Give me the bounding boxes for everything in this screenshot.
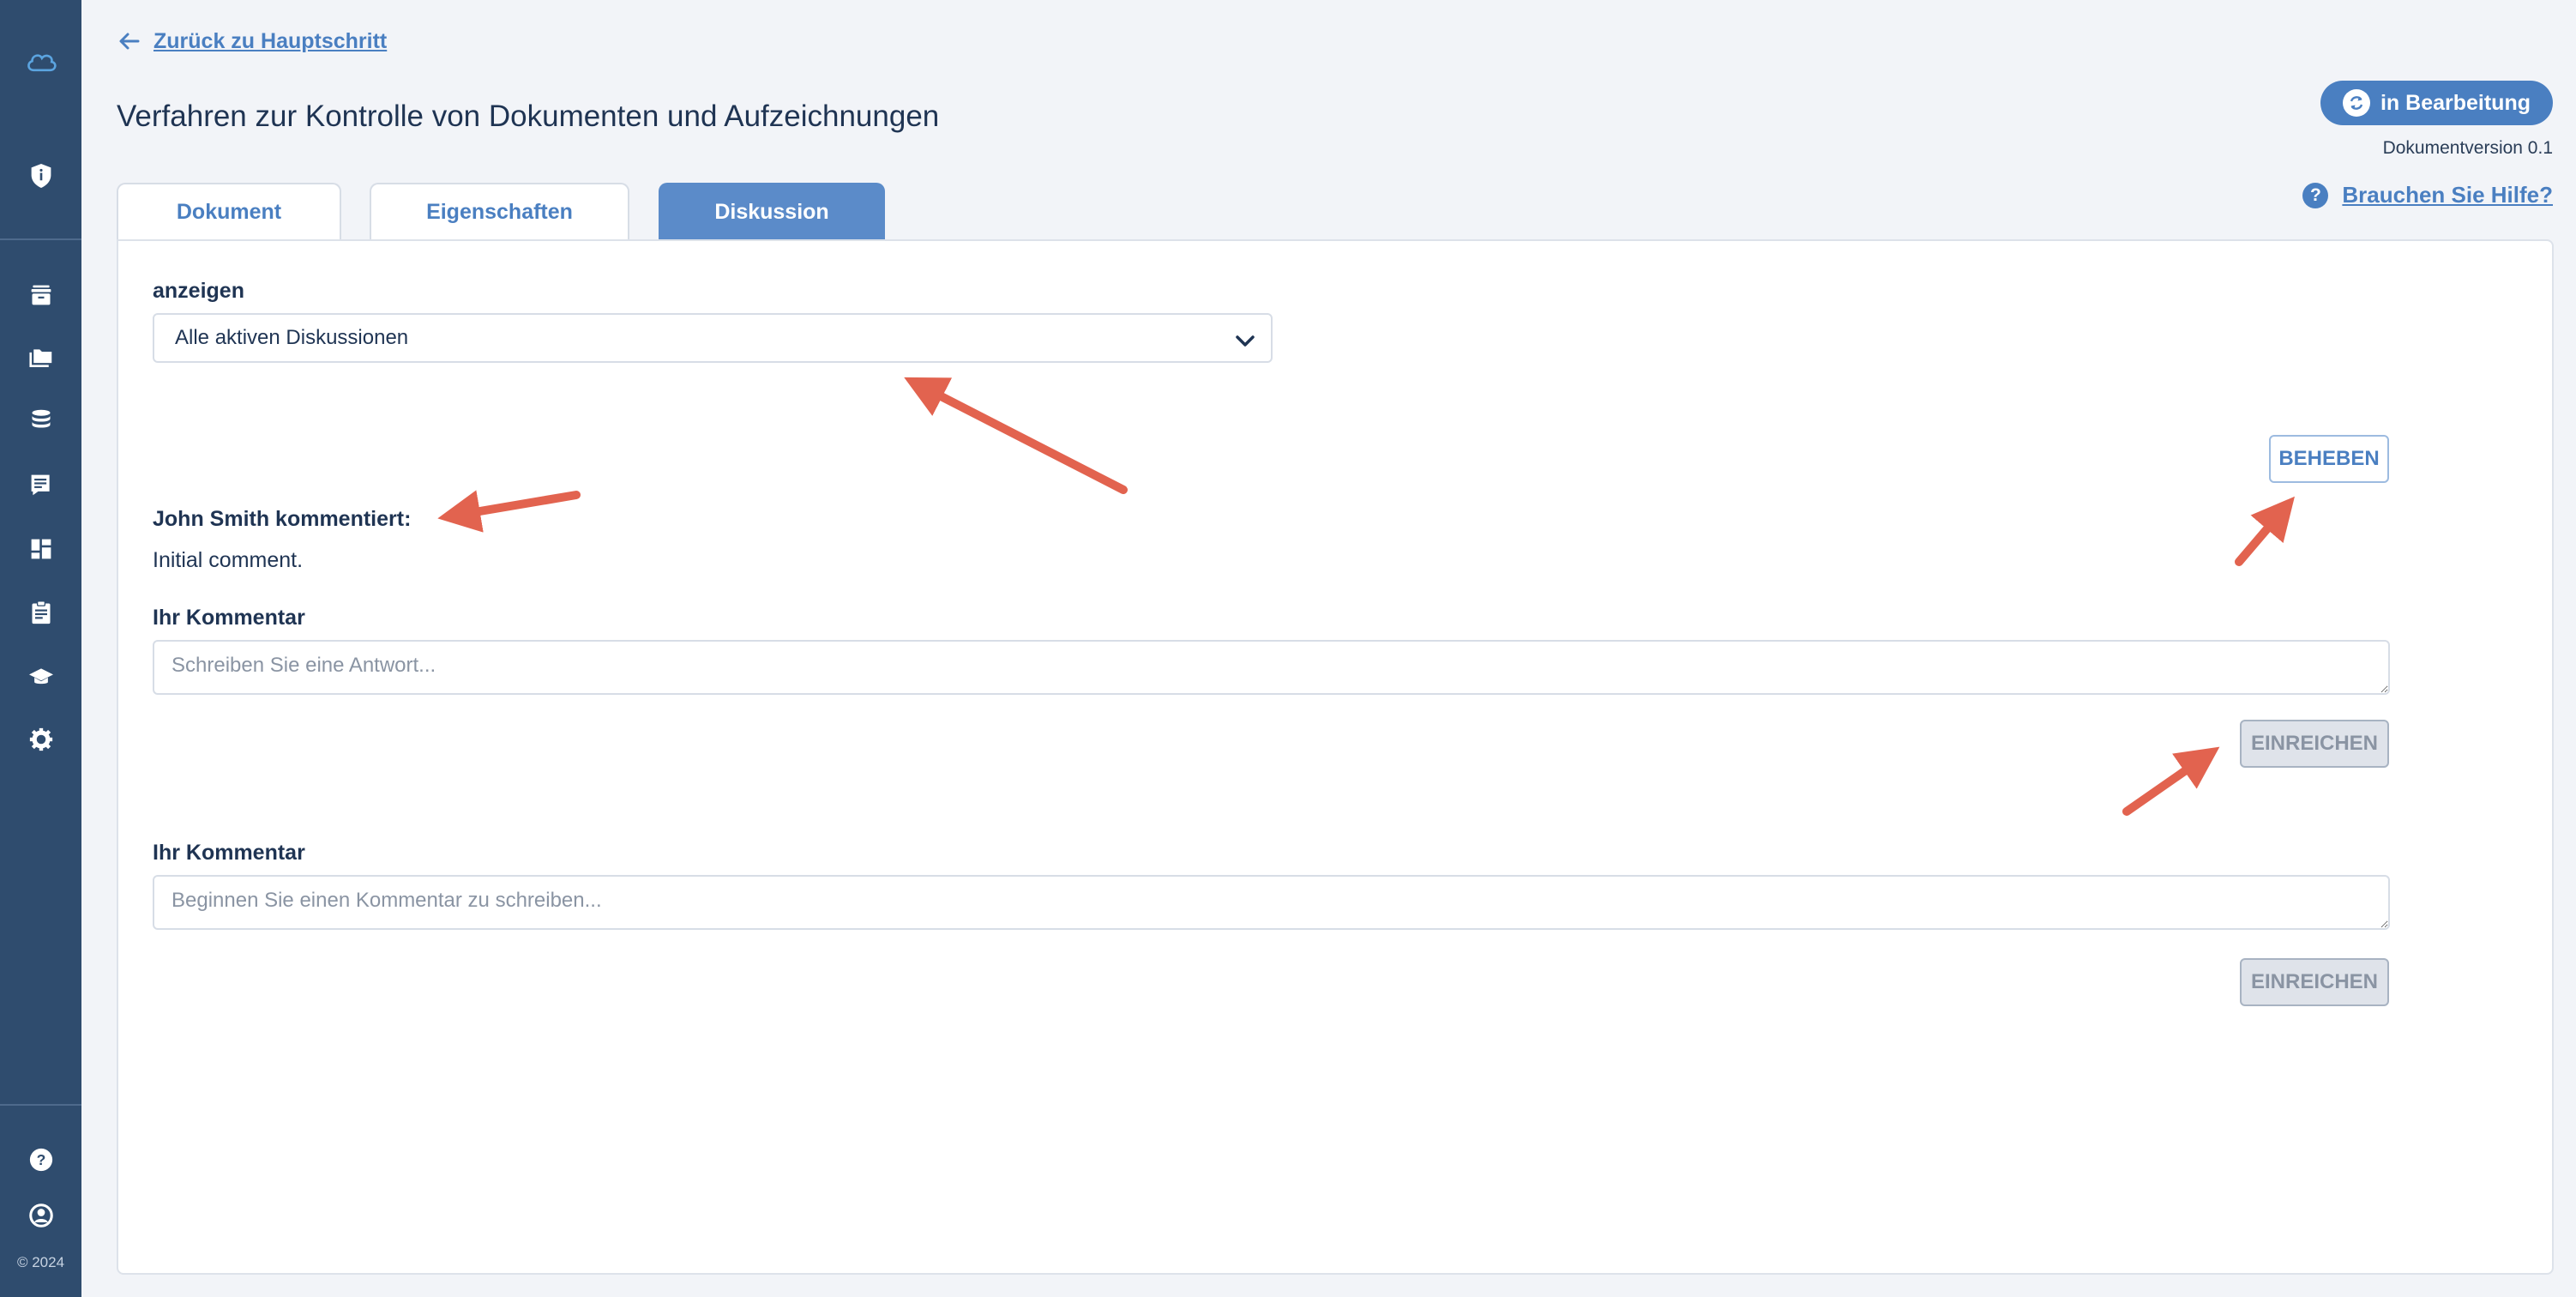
arrow-left-icon <box>119 33 140 50</box>
new-comment-textarea[interactable] <box>153 875 2390 930</box>
forum-icon[interactable] <box>23 467 59 503</box>
status-label: in Bearbeitung <box>2380 90 2531 115</box>
status-badge: in Bearbeitung <box>2320 81 2553 125</box>
account-icon[interactable] <box>23 1197 59 1234</box>
discussion-filter-select[interactable]: Alle aktiven Diskussionen <box>153 313 1273 363</box>
comment-author: John Smith kommentiert: <box>153 507 412 531</box>
new-comment-label: Ihr Kommentar <box>153 841 305 865</box>
comment-text: Initial comment. <box>153 548 304 572</box>
cloud-logo-icon[interactable] <box>23 45 59 81</box>
sidebar-divider <box>0 1104 81 1106</box>
clipboard-icon[interactable] <box>23 594 59 630</box>
shield-icon[interactable] <box>23 158 59 194</box>
filter-label: anzeigen <box>153 279 244 303</box>
sidebar-divider <box>0 238 81 240</box>
settings-gear-icon[interactable] <box>23 721 59 757</box>
chevron-down-icon <box>1236 335 1255 347</box>
sync-icon <box>2342 89 2370 117</box>
tab-eigenschaften[interactable]: Eigenschaften <box>370 183 629 239</box>
discussion-panel: anzeigen Alle aktiven Diskussionen BEHEB… <box>117 239 2554 1275</box>
tab-diskussion[interactable]: Diskussion <box>659 183 885 239</box>
help-icon[interactable]: ? <box>23 1142 59 1178</box>
help-link-label: Brauchen Sie Hilfe? <box>2342 182 2553 208</box>
question-icon: ? <box>2302 182 2329 208</box>
help-link[interactable]: ? Brauchen Sie Hilfe? <box>2302 182 2553 208</box>
tab-dokument[interactable]: Dokument <box>117 183 341 239</box>
reply-textarea[interactable] <box>153 640 2390 695</box>
dashboard-icon[interactable] <box>23 531 59 567</box>
back-link-label: Zurück zu Hauptschritt <box>153 28 388 53</box>
copyright: © 2024 <box>16 1254 65 1270</box>
reply-submit-button[interactable]: EINREICHEN <box>2240 720 2389 768</box>
sidebar: ? © 2024 <box>0 0 81 1297</box>
svg-text:?: ? <box>37 1151 46 1168</box>
resolve-button[interactable]: BEHEBEN <box>2269 435 2389 483</box>
database-icon[interactable] <box>23 402 59 438</box>
filter-selected-value: Alle aktiven Diskussionen <box>175 326 409 349</box>
archive-icon[interactable] <box>23 277 59 313</box>
graduation-cap-icon[interactable] <box>23 659 59 695</box>
reply-label: Ihr Kommentar <box>153 606 305 630</box>
new-comment-submit-button[interactable]: EINREICHEN <box>2240 958 2389 1006</box>
document-version: Dokumentversion 0.1 <box>2382 138 2553 158</box>
page-title: Verfahren zur Kontrolle von Dokumenten u… <box>117 100 940 133</box>
folders-icon[interactable] <box>23 340 59 376</box>
back-link[interactable]: Zurück zu Hauptschritt <box>116 27 387 55</box>
